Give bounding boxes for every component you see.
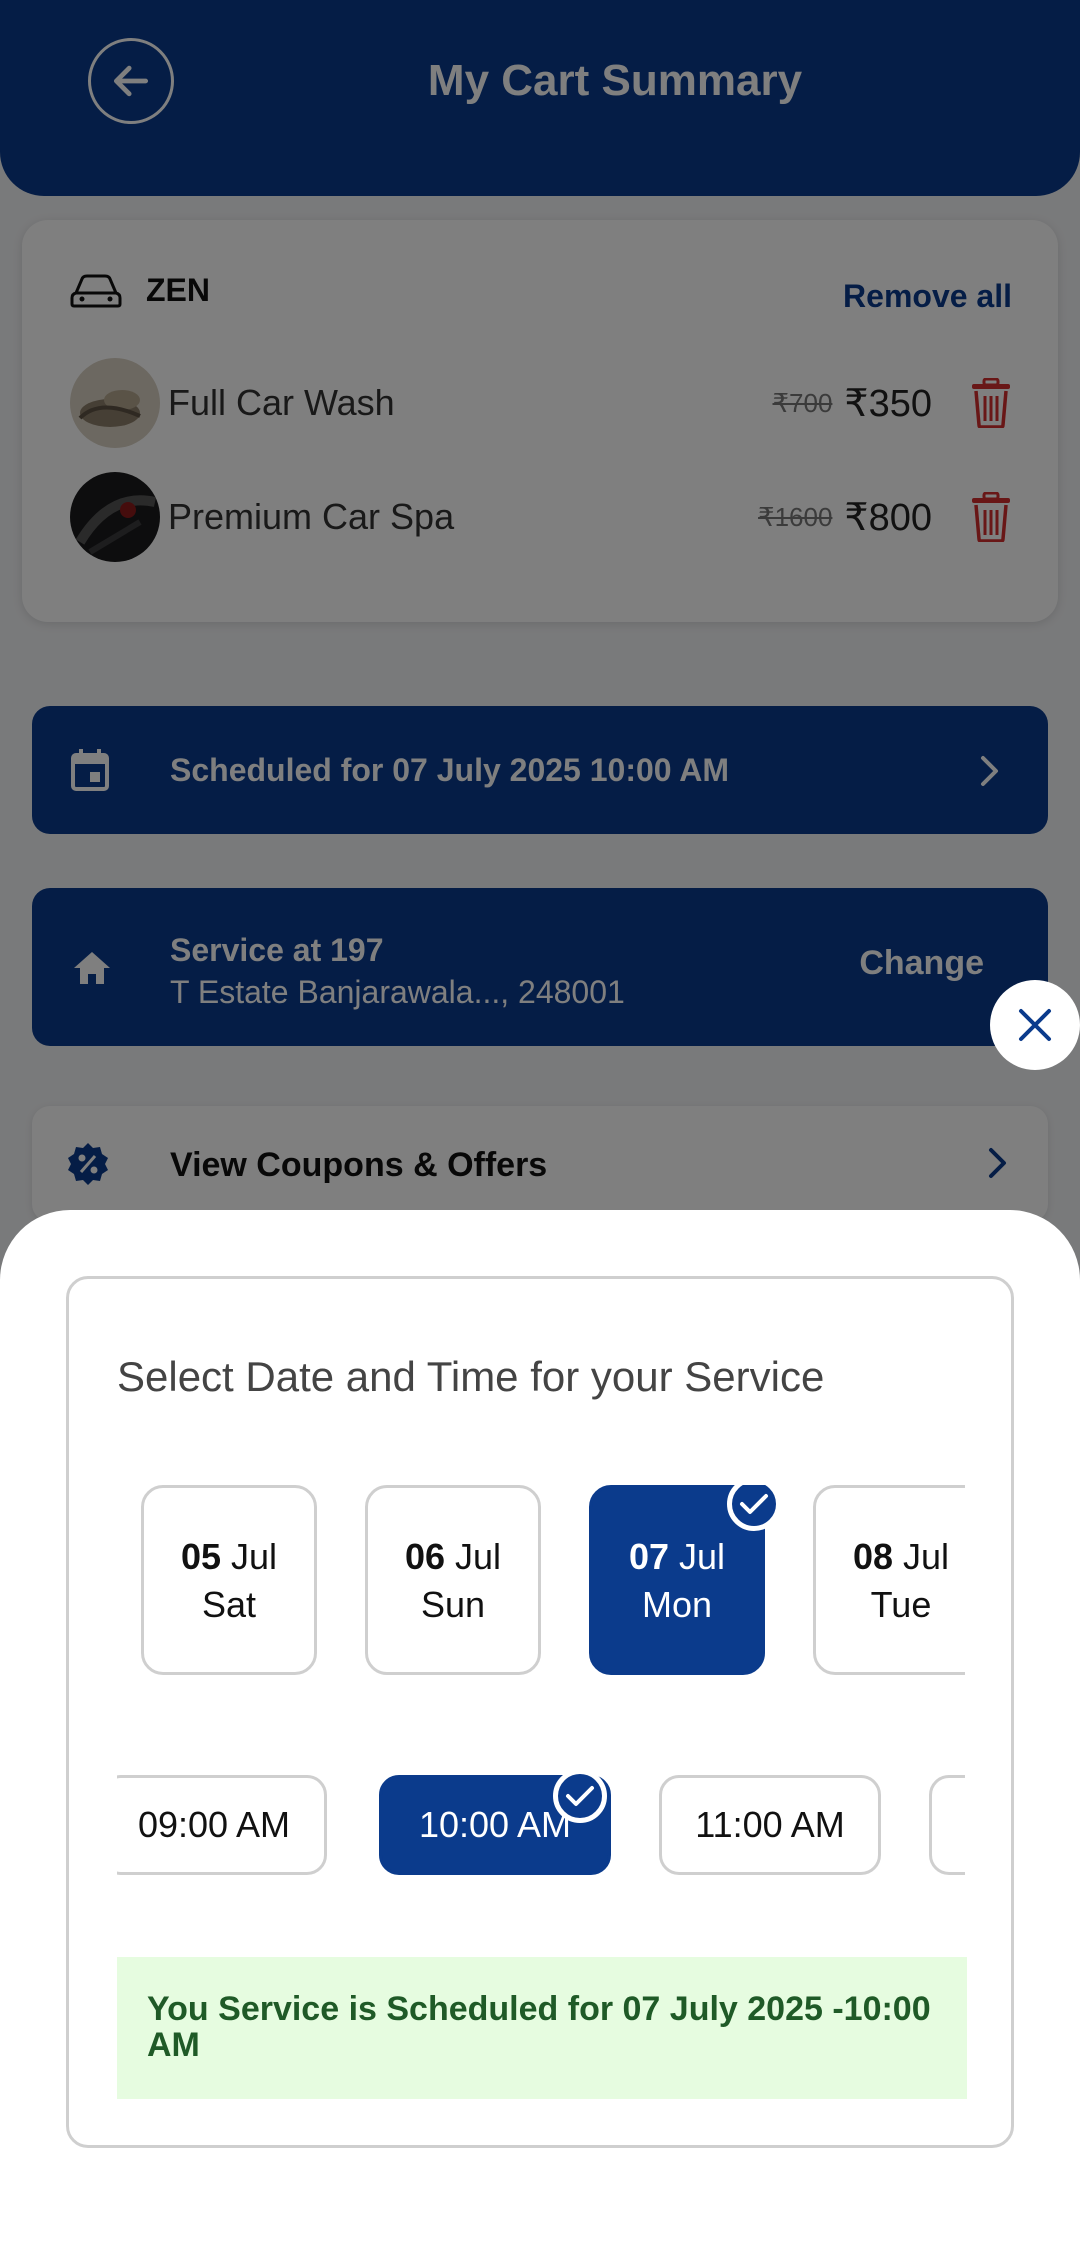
date-option[interactable]: 05 Jul Sat [141, 1485, 317, 1675]
confirmation-text: You Service is Scheduled for 07 July 202… [147, 1990, 931, 2064]
time-option[interactable]: 09:00 AM [117, 1775, 327, 1875]
date-day: 08 [852, 1536, 893, 1577]
date-day: 06 [404, 1536, 445, 1577]
date-weekday: Mon [641, 1584, 713, 1625]
sheet-title: Select Date and Time for your Service [117, 1353, 825, 1400]
time-selector: 09:00 AM 10:00 AM 11:00 AM [117, 1769, 965, 1879]
date-time-panel: Select Date and Time for your Service 05… [66, 1276, 1014, 2148]
date-day: 05 [180, 1536, 221, 1577]
close-icon [1019, 1009, 1051, 1041]
date-month: Jul [903, 1536, 950, 1577]
date-month: Jul [679, 1536, 726, 1577]
date-time-sheet: Select Date and Time for your Service 05… [0, 1210, 1080, 2260]
date-weekday: Tue [870, 1584, 932, 1625]
time-option[interactable] [929, 1775, 965, 1875]
check-icon [727, 1485, 781, 1531]
check-icon [553, 1769, 607, 1823]
date-option[interactable]: 08 Jul Tue [813, 1485, 965, 1675]
close-button[interactable] [990, 980, 1080, 1070]
date-month: Jul [231, 1536, 278, 1577]
date-weekday: Sun [420, 1584, 486, 1625]
date-month: Jul [455, 1536, 502, 1577]
date-option[interactable]: 06 Jul Sun [365, 1485, 541, 1675]
date-weekday: Sat [201, 1584, 257, 1625]
date-selector: 05 Jul Sat 06 Jul Sun 07 Jul Mon 08 Jul … [117, 1485, 965, 1685]
date-day: 07 [628, 1536, 669, 1577]
time-option[interactable]: 11:00 AM [659, 1775, 881, 1875]
schedule-confirmation: You Service is Scheduled for 07 July 202… [117, 1957, 967, 2099]
